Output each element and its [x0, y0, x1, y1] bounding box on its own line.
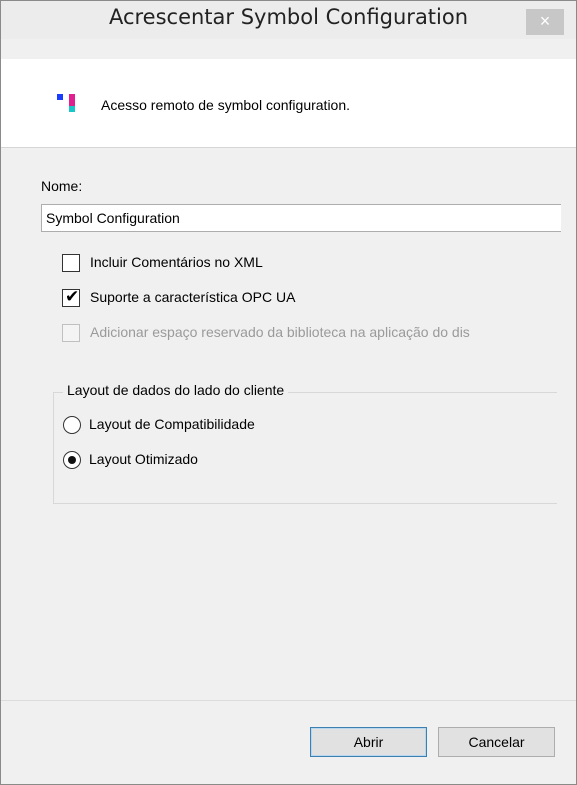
radio-button[interactable] — [63, 416, 81, 434]
checkbox-box[interactable] — [62, 254, 80, 272]
checkmark-icon: ✔ — [65, 287, 80, 307]
checkbox-label: Adicionar espaço reservado da biblioteca… — [90, 324, 470, 340]
symbol-configuration-icon — [57, 94, 81, 114]
title-bar[interactable]: Acrescentar Symbol Configuration × — [1, 1, 576, 39]
checkbox-label: Suporte a característica OPC UA — [90, 289, 296, 305]
group-legend: Layout de dados do lado do cliente — [63, 382, 289, 398]
client-layout-group — [53, 392, 557, 504]
close-icon: × — [539, 11, 551, 31]
checkbox-box[interactable]: ✔ — [62, 287, 80, 307]
radio-button[interactable] — [63, 451, 81, 469]
name-label: Nome: — [41, 178, 83, 194]
name-input[interactable] — [41, 204, 561, 232]
dialog-window: Acrescentar Symbol Configuration × Acess… — [0, 0, 577, 785]
radio-label: Layout de Compatibilidade — [89, 416, 255, 432]
cancel-button[interactable]: Cancelar — [438, 727, 555, 757]
header-description: Acesso remoto de symbol configuration. — [101, 97, 351, 113]
footer-divider — [1, 700, 576, 701]
radio-label: Layout Otimizado — [89, 451, 198, 467]
open-button[interactable]: Abrir — [310, 727, 427, 757]
window-title: Acrescentar Symbol Configuration — [108, 5, 469, 29]
checkbox-label: Incluir Comentários no XML — [90, 254, 263, 270]
radio-selected-dot — [68, 456, 76, 464]
header-banner: Acesso remoto de symbol configuration. — [1, 59, 576, 148]
icon-square-cyan — [69, 106, 75, 112]
close-button[interactable]: × — [526, 9, 564, 35]
icon-square-blue — [57, 94, 63, 100]
checkbox-box — [62, 324, 80, 342]
